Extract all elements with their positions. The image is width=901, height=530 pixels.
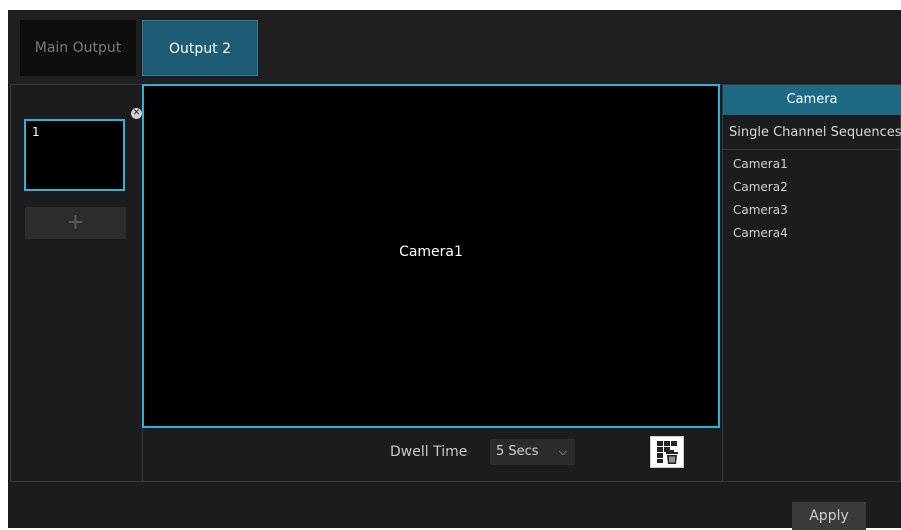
single-channel-sequences-title: Single Channel Sequences bbox=[723, 116, 901, 150]
chevron-down-icon: ⌵ bbox=[558, 445, 567, 458]
dwell-time-value: 5 Secs bbox=[496, 444, 539, 459]
grid-trash-icon bbox=[657, 441, 678, 464]
output-config-screen: Main Output Output 2 1 ✕ + Camera1 Dwell… bbox=[8, 10, 901, 530]
camera-list: Camera1 Camera2 Camera3 Camera4 bbox=[723, 153, 901, 245]
camera-list-item[interactable]: Camera3 bbox=[723, 199, 901, 222]
camera-preview[interactable]: Camera1 bbox=[142, 84, 720, 428]
camera-panel-header: Camera bbox=[723, 85, 901, 115]
output-tabs: Main Output Output 2 bbox=[8, 10, 901, 84]
add-sequence-button[interactable]: + bbox=[25, 207, 126, 239]
tab-main-output[interactable]: Main Output bbox=[20, 20, 136, 76]
sequence-item[interactable]: 1 bbox=[24, 119, 125, 191]
dwell-bar: Dwell Time 5 Secs ⌵ bbox=[142, 430, 720, 480]
camera-list-item[interactable]: Camera1 bbox=[723, 153, 901, 176]
sequence-item-number: 1 bbox=[32, 125, 40, 139]
camera-list-item[interactable]: Camera2 bbox=[723, 176, 901, 199]
apply-button[interactable]: Apply bbox=[792, 502, 866, 530]
sequence-list: 1 ✕ + bbox=[11, 85, 143, 481]
dwell-time-select[interactable]: 5 Secs ⌵ bbox=[490, 439, 575, 465]
close-icon[interactable]: ✕ bbox=[131, 108, 142, 119]
clear-layout-button[interactable] bbox=[650, 436, 684, 468]
tab-output-2[interactable]: Output 2 bbox=[142, 20, 258, 76]
camera-list-item[interactable]: Camera4 bbox=[723, 222, 901, 245]
preview-camera-label: Camera1 bbox=[399, 244, 463, 260]
dwell-time-label: Dwell Time bbox=[390, 444, 468, 460]
camera-panel: Camera Single Channel Sequences Camera1 … bbox=[722, 85, 901, 481]
sequence-panel: 1 ✕ + Camera1 Dwell Time 5 Secs ⌵ Camera… bbox=[10, 84, 901, 482]
